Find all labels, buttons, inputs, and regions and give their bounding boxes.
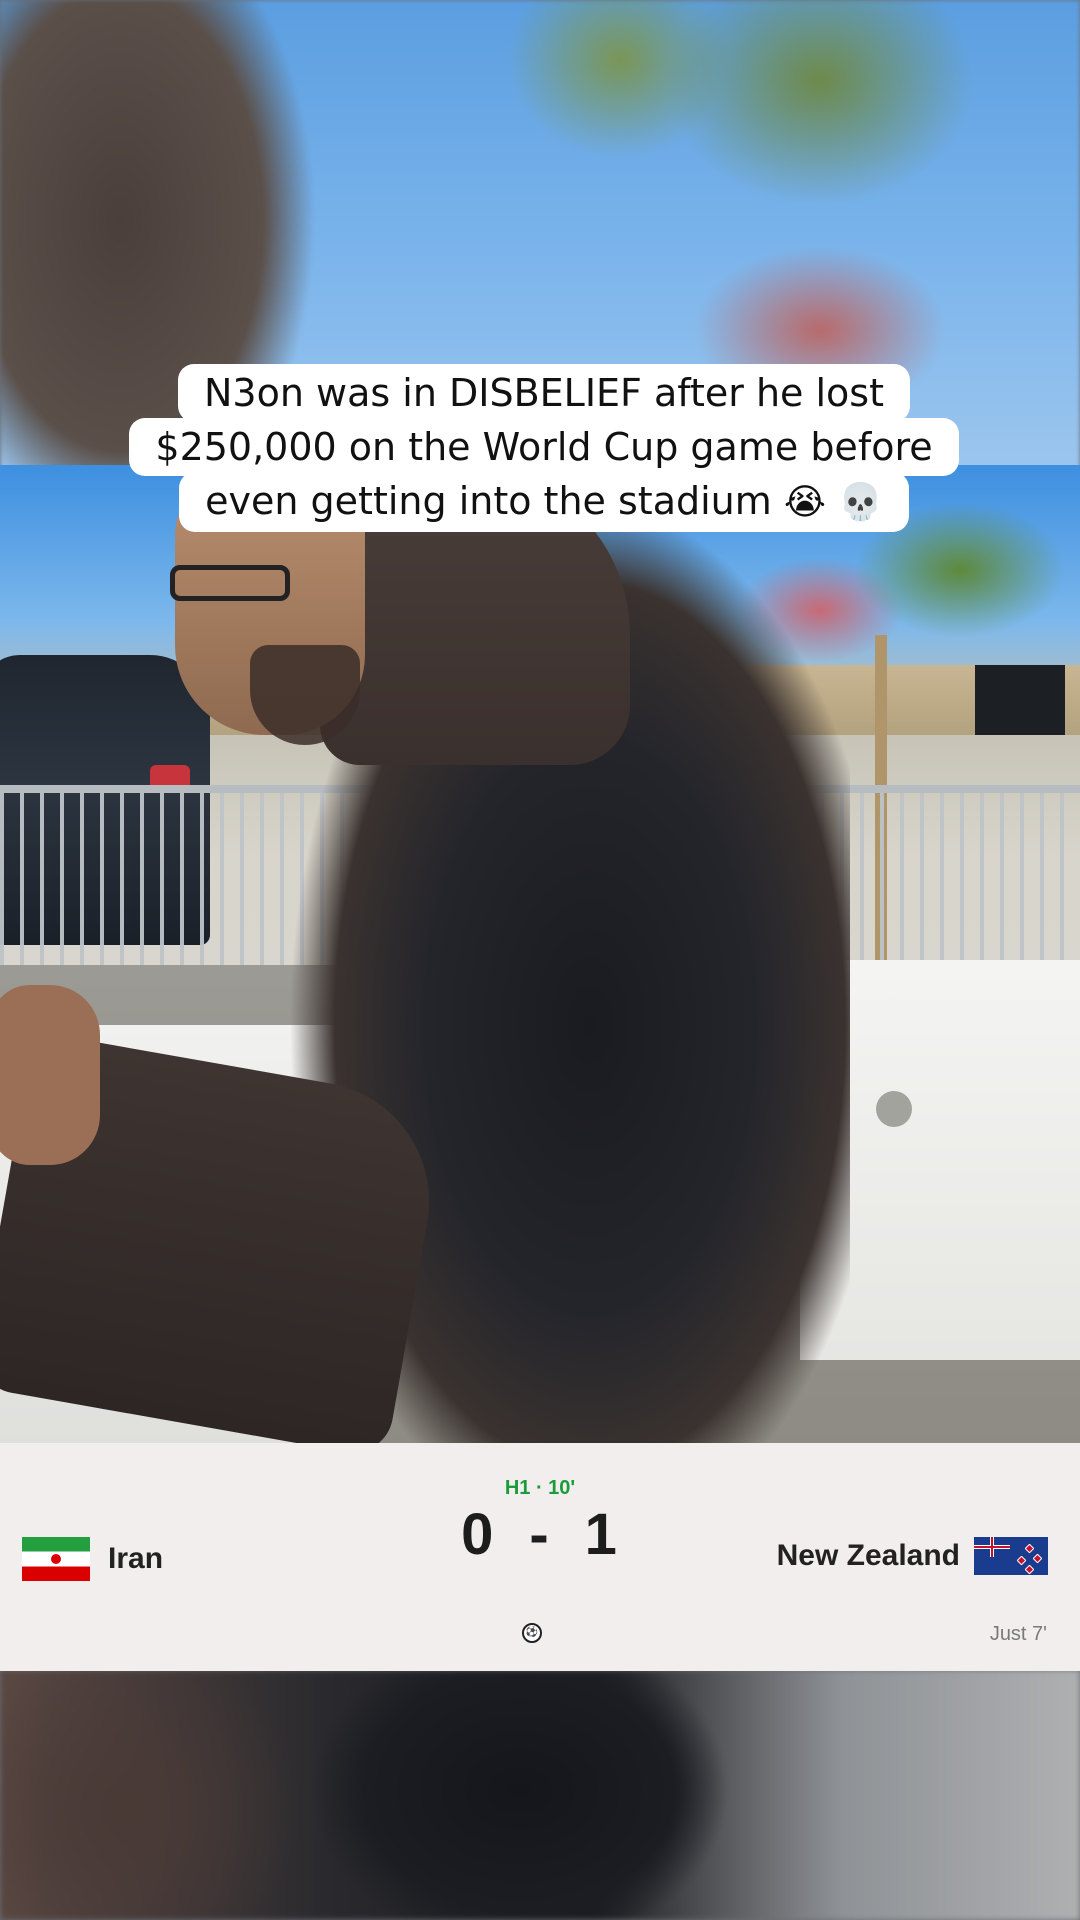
new-zealand-flag-icon <box>974 1537 1048 1575</box>
soccer-ball-icon: ⚽ <box>522 1623 542 1643</box>
blurred-background-bottom <box>0 1670 1080 1920</box>
person-glasses <box>170 565 290 601</box>
goal-event-time: Just 7' <box>989 1623 1047 1645</box>
away-team-name: New Zealand <box>776 1539 960 1572</box>
skull-icon: 💀 <box>838 482 883 523</box>
background-screen <box>975 665 1065 735</box>
caption-line-3: even getting into the stadium 😭 💀 <box>179 472 909 532</box>
person-fist <box>0 985 100 1165</box>
caption-overlay: N3on was in DISBELIEF after he lost $250… <box>60 364 1028 532</box>
caption-line-2: $250,000 on the World Cup game before <box>129 418 959 476</box>
match-period: H1 · 10' <box>504 1477 576 1499</box>
away-score: 1 <box>584 1502 619 1567</box>
video-frame[interactable] <box>0 465 1080 1445</box>
caption-line-3-text: even getting into the stadium <box>205 479 772 523</box>
score-separator: - <box>529 1502 551 1567</box>
home-score: 0 <box>461 1502 496 1567</box>
match-scoreboard: H1 · 10' Iran 0-1 New Zealand ⚽ Just 7' <box>0 1443 1080 1671</box>
crying-face-icon: 😭 <box>783 482 826 523</box>
caption-line-1: N3on was in DISBELIEF after he lost <box>178 364 910 422</box>
away-team: New Zealand <box>777 1537 1048 1575</box>
barrier-hole <box>876 1091 912 1127</box>
